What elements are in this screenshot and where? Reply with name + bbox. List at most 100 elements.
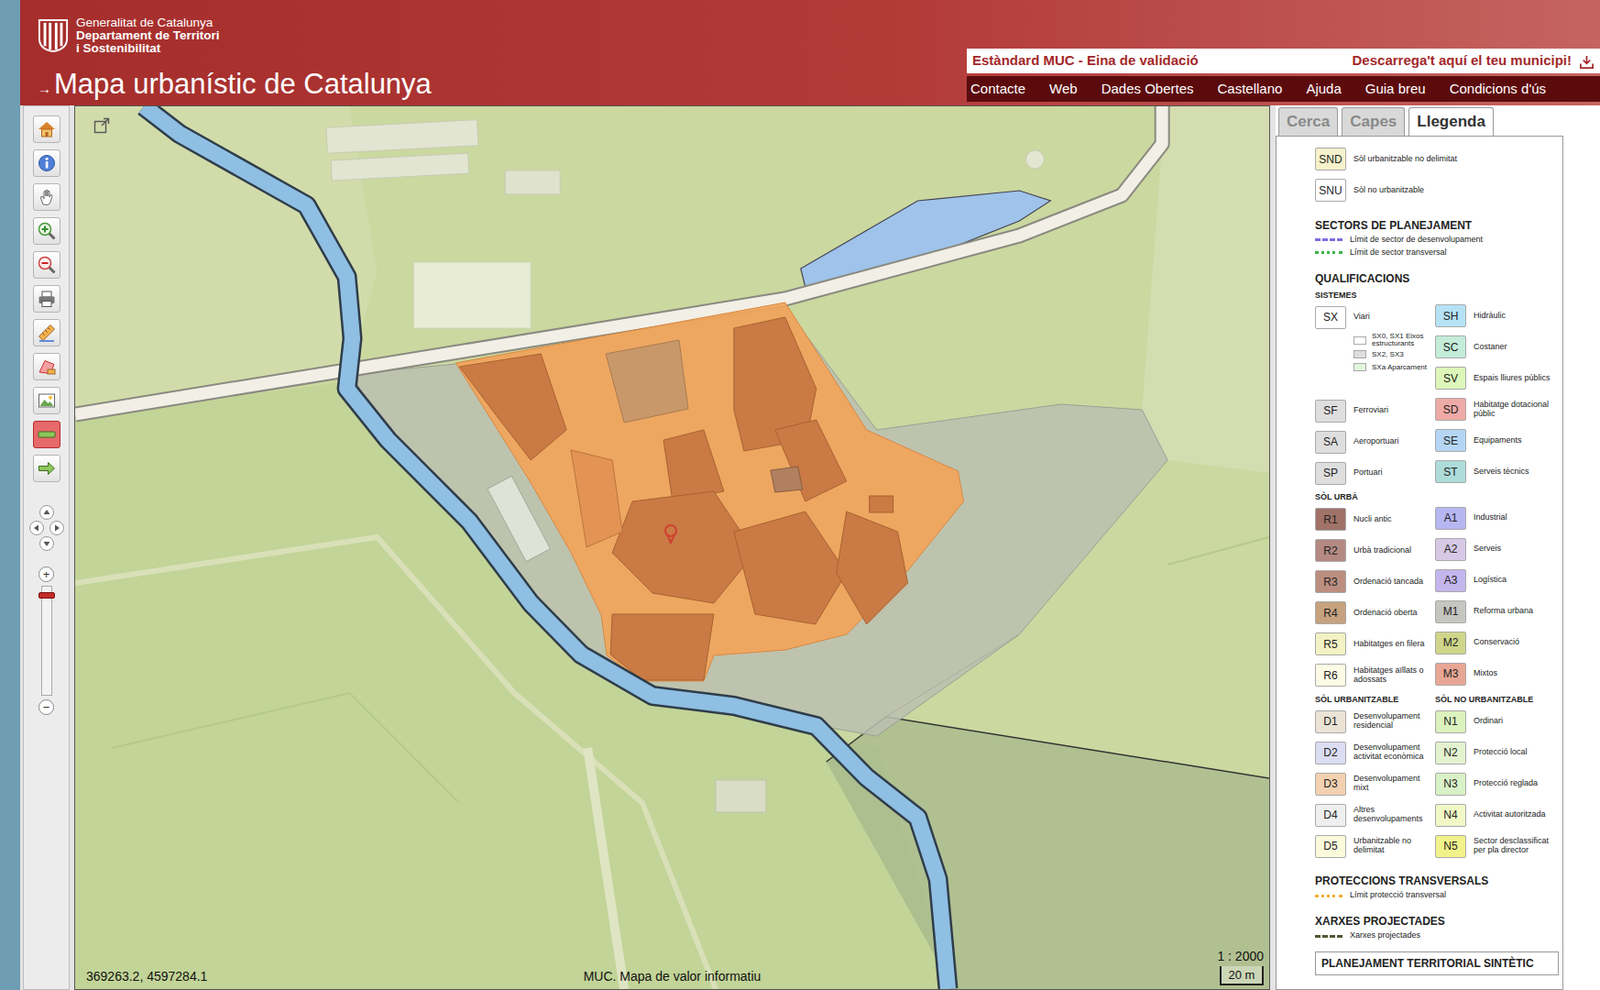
legend-swatch: R1 — [1315, 507, 1347, 531]
download-link[interactable]: Descarrega't aquí el teu municipi! — [1352, 50, 1595, 72]
section-title: XARXES PROJECTADES — [1315, 912, 1559, 930]
panel-tab[interactable]: Capes — [1341, 107, 1405, 136]
legend-item: D1Desenvolupament residencial — [1315, 705, 1436, 737]
menu-item[interactable]: Castellano — [1217, 78, 1283, 100]
zoomout-icon — [36, 254, 57, 275]
legend-item: N5Sector desclassificat per pla director — [1435, 830, 1556, 862]
legend-label: Límit protecció transversal — [1349, 890, 1447, 900]
legend-column: SÒL URBANITZABLED1Desenvolupament reside… — [1315, 690, 1436, 863]
legend-label: Viari — [1353, 312, 1370, 322]
measure-tool[interactable] — [32, 318, 61, 347]
legend-swatch: SND — [1315, 147, 1347, 171]
validation-link[interactable]: Estàndard MUC - Eina de validació — [972, 50, 1199, 72]
legend-label: Logística — [1473, 575, 1507, 585]
legend-item: R3Ordenació tancada — [1315, 566, 1436, 598]
menu-item[interactable]: Contacte — [970, 78, 1026, 100]
legend-item: D3Desenvolupament mixt — [1315, 767, 1436, 800]
legend-label: Industrial — [1473, 513, 1508, 523]
info-icon — [36, 153, 57, 174]
menu-item[interactable]: Dades Obertes — [1101, 78, 1195, 100]
legend-line-item: Xarxes projectades — [1315, 929, 1559, 943]
legend-label: Portuari — [1353, 468, 1383, 478]
menu-item[interactable]: Guia breu — [1365, 78, 1426, 100]
legend-line-item: Límit de sector de desenvolupament — [1315, 233, 1559, 247]
legend-swatch: SH — [1435, 304, 1467, 328]
legend-label: Espais lliures públics — [1473, 373, 1551, 384]
pan-tool[interactable] — [32, 183, 61, 211]
legend-column: SÒL NO URBANITZABLEN1OrdinariN2Protecció… — [1435, 690, 1556, 863]
legend-swatch: R6 — [1315, 663, 1347, 687]
legend-label: Xarxes projectades — [1349, 931, 1421, 941]
zoomout-tool[interactable] — [32, 251, 61, 279]
legend-column: SHHidràulicSCCostanerSVEspais lliures pú… — [1435, 286, 1556, 490]
legend-item: SAAeroportuari — [1315, 426, 1436, 458]
download-icon — [1578, 50, 1595, 72]
legend-swatch: D3 — [1315, 772, 1347, 796]
legend-label: Habitatges en filera — [1353, 639, 1425, 649]
legend-swatch: R2 — [1315, 538, 1347, 562]
menu-item[interactable]: Web — [1049, 78, 1078, 100]
section-title: PLANEJAMENT TERRITORIAL SINTÈTIC — [1315, 951, 1559, 976]
map-view[interactable]: 369263.2, 4597284.1MUC. Mapa de valor in… — [74, 105, 1271, 990]
legend-item: STServeis tècnics — [1435, 456, 1556, 488]
panel-tab[interactable]: Cerca — [1278, 107, 1338, 136]
sub-item: SX2, SX3 — [1353, 348, 1436, 362]
next-tool[interactable] — [32, 454, 61, 483]
home-tool[interactable] — [32, 115, 61, 143]
brand: Generalitat de CatalunyaDepartament de T… — [20, 0, 432, 106]
sub-swatch — [1353, 336, 1367, 345]
legend-label: Habitatge dotacional públic — [1473, 400, 1556, 419]
group-title: SÒL URBÀ — [1315, 491, 1436, 505]
header-links: Estàndard MUC - Eina de validació Descarr… — [966, 0, 1600, 106]
legend-swatch: R3 — [1315, 569, 1347, 593]
legend-item: SPPortuari — [1315, 457, 1436, 489]
measure-icon — [36, 322, 57, 343]
legend-line-item: Límit protecció transversal — [1315, 888, 1559, 902]
map-image[interactable] — [75, 106, 1270, 989]
print-icon — [36, 288, 57, 309]
legend-item: R5Habitatges en filera — [1315, 628, 1436, 660]
zoom-in-button[interactable]: + — [38, 566, 55, 582]
info-tool[interactable] — [32, 149, 61, 177]
legend-line-item: Límit de sector transversal — [1315, 246, 1559, 260]
legend-item: N2Protecció local — [1435, 736, 1556, 768]
panel-tab[interactable]: Llegenda — [1408, 107, 1494, 136]
legend-label: Urbanitzable no delimitat — [1353, 836, 1436, 855]
generalitat-logo-icon — [37, 18, 69, 54]
caption-text: MUC. Mapa de valor informatiu — [583, 968, 762, 984]
legend-group: SÒL URBANITZABLED1Desenvolupament reside… — [1315, 690, 1559, 863]
sub-label: SX0, SX1 Eixos estructurants — [1371, 332, 1436, 349]
group-title-spacer — [1435, 491, 1556, 503]
legend-item: SNUSòl no urbanitzable — [1315, 175, 1559, 207]
zoom-track[interactable] — [41, 585, 53, 696]
fullscreen-icon[interactable] — [93, 117, 110, 134]
legend-label: Reforma urbana — [1473, 606, 1534, 616]
legend-swatch: A2 — [1435, 537, 1467, 561]
app-title[interactable]: →Mapa urbanístic de Catalunya — [37, 68, 432, 100]
export-tool[interactable] — [32, 386, 61, 415]
main-menu: Contacte Web Dades Obertes Castellano Ajuda G… — [966, 76, 1600, 103]
legend-swatch: ST — [1435, 460, 1467, 483]
highlight-tool[interactable] — [32, 420, 61, 449]
legend-swatch: N4 — [1435, 803, 1467, 827]
legend-swatch: M2 — [1435, 631, 1467, 655]
legend-item-group: SXViariSX0, SX1 Eixos estructurantsSX2, … — [1315, 301, 1436, 395]
legend-swatch: A1 — [1435, 506, 1467, 530]
menu-item[interactable]: Condicions d'ús — [1449, 78, 1546, 100]
zoom-thumb[interactable] — [38, 591, 55, 599]
legend-swatch: D5 — [1315, 834, 1347, 858]
zoomin-tool[interactable] — [32, 217, 61, 245]
legend-label: Límit de sector de desenvolupament — [1349, 235, 1483, 245]
area-icon — [36, 356, 57, 377]
legend-item: A2Serveis — [1435, 533, 1556, 565]
legend-label: Equipaments — [1473, 436, 1523, 446]
print-tool[interactable] — [32, 284, 61, 313]
area-tool[interactable] — [32, 352, 61, 381]
legend-item: N4Activitat autoritzada — [1435, 799, 1556, 831]
group-title: SÒL NO URBANITZABLE — [1435, 693, 1556, 707]
legend-item: M2Conservació — [1435, 626, 1556, 658]
group-title: SISTEMES — [1315, 289, 1436, 303]
menu-item[interactable]: Ajuda — [1305, 78, 1341, 100]
zoom-out-button[interactable]: − — [38, 699, 55, 715]
legend-label: Costaner — [1473, 342, 1508, 352]
